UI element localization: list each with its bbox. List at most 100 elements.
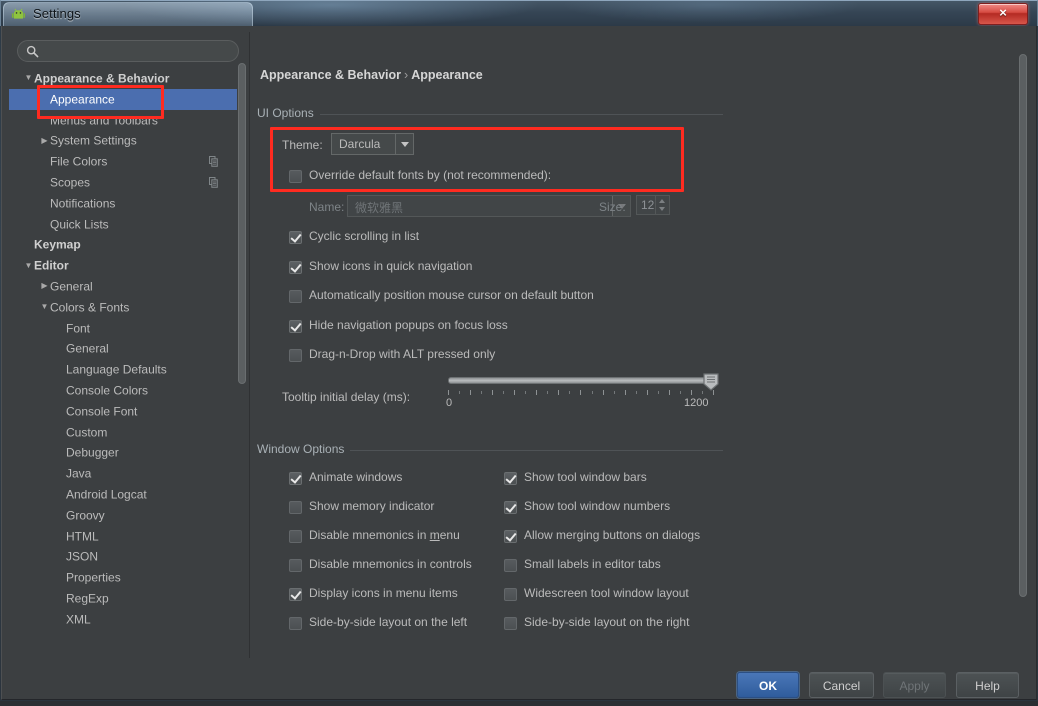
sidebar-item-json[interactable]: JSON [9, 546, 246, 567]
search-input[interactable] [44, 43, 234, 62]
sidebar-item-regexp[interactable]: RegExp [9, 588, 246, 609]
font-size-value: 12 [641, 198, 654, 212]
help-button[interactable]: Help [956, 672, 1019, 698]
chevron-down-icon[interactable] [395, 134, 413, 154]
checkbox[interactable] [289, 320, 302, 333]
settings-detail-pane: Appearance & Behavior›Appearance UI Opti… [253, 32, 1031, 658]
slider-tick [713, 390, 714, 395]
settings-window: Settings × ▼Appearance & BehaviorA [0, 0, 1038, 701]
slider-tick [603, 390, 604, 395]
slider-tick [448, 390, 449, 395]
checkbox[interactable] [289, 231, 302, 244]
breadcrumb-root[interactable]: Appearance & Behavior [260, 68, 401, 82]
chevron-down-icon[interactable]: ▼ [23, 256, 34, 277]
sidebar-item-font[interactable]: Font [9, 318, 246, 339]
checkbox[interactable] [289, 290, 302, 303]
sidebar-item-custom[interactable]: Custom [9, 422, 246, 443]
settings-tree[interactable]: ▼Appearance & BehaviorAppearanceMenus an… [9, 68, 246, 658]
checkbox[interactable] [289, 261, 302, 274]
override-fonts-checkbox[interactable] [289, 170, 302, 183]
cancel-button[interactable]: Cancel [809, 672, 874, 698]
chevron-right-icon[interactable]: ▶ [39, 276, 50, 297]
search-box[interactable] [17, 40, 239, 62]
theme-combo[interactable]: Darcula [331, 133, 414, 155]
slider-tick [514, 390, 515, 395]
sidebar-item-console-font[interactable]: Console Font [9, 401, 246, 422]
checkbox[interactable] [504, 559, 517, 572]
sidebar-item-appearance[interactable]: Appearance [9, 89, 246, 110]
sidebar-item-console-colors[interactable]: Console Colors [9, 380, 246, 401]
ok-button[interactable]: OK [737, 672, 799, 698]
slider-thumb[interactable] [703, 373, 719, 391]
checkbox-label: Show icons in quick navigation [309, 259, 472, 273]
checkbox[interactable] [289, 472, 302, 485]
checkbox-label: Animate windows [309, 470, 402, 484]
tooltip-delay-label: Tooltip initial delay (ms): [282, 390, 410, 404]
font-name-combo[interactable]: 微软雅黑 [347, 195, 631, 217]
checkbox[interactable] [504, 617, 517, 630]
checkbox[interactable] [289, 588, 302, 601]
checkbox-label: Drag-n-Drop with ALT pressed only [309, 347, 495, 361]
override-fonts-label: Override default fonts by (not recommend… [309, 168, 551, 182]
sidebar-item-debugger[interactable]: Debugger [9, 442, 246, 463]
checkbox[interactable] [289, 349, 302, 362]
sidebar-item-keymap[interactable]: Keymap [9, 234, 246, 255]
slider-tick [702, 391, 703, 394]
settings-content: ▼Appearance & BehaviorAppearanceMenus an… [9, 32, 1031, 658]
chevron-down-icon[interactable]: ▼ [23, 68, 34, 89]
slider-tick [580, 390, 581, 395]
sidebar-item-label: Android Logcat [66, 487, 147, 501]
checkbox[interactable] [289, 617, 302, 630]
checkbox[interactable] [504, 588, 517, 601]
sidebar-item-system-settings[interactable]: ▶System Settings [9, 130, 246, 151]
font-size-spinner[interactable]: 12 [636, 195, 670, 215]
chevron-down-icon[interactable]: ▼ [39, 297, 50, 318]
sidebar-item-label: Console Font [66, 404, 137, 418]
sidebar-item-scopes[interactable]: Scopes [9, 172, 246, 193]
sidebar-item-xml[interactable]: XML [9, 609, 246, 630]
detail-scrollbar-thumb[interactable] [1019, 54, 1027, 597]
slider-tick [547, 391, 548, 394]
sidebar-item-colors-fonts[interactable]: ▼Colors & Fonts [9, 297, 246, 318]
sidebar-item-properties[interactable]: Properties [9, 567, 246, 588]
chevron-right-icon[interactable]: ▶ [39, 131, 50, 152]
sidebar-item-editor[interactable]: ▼Editor [9, 255, 246, 276]
checkbox-label: Disable mnemonics in controls [309, 557, 472, 571]
apply-button[interactable]: Apply [883, 672, 946, 698]
pane-divider[interactable] [249, 32, 250, 658]
checkbox[interactable] [504, 472, 517, 485]
checkbox[interactable] [504, 501, 517, 514]
sidebar-item-file-colors[interactable]: File Colors [9, 151, 246, 172]
sidebar-item-label: HTML [66, 529, 99, 543]
sidebar-item-menus-and-toolbars[interactable]: Menus and Toolbars [9, 110, 246, 131]
sidebar-item-groovy[interactable]: Groovy [9, 505, 246, 526]
sidebar-item-label: Quick Lists [50, 217, 109, 231]
sidebar-item-label: XML [66, 612, 91, 626]
checkbox-label: Automatically position mouse cursor on d… [309, 288, 594, 302]
slider-tick [470, 390, 471, 395]
checkbox[interactable] [289, 501, 302, 514]
sidebar-scrollbar-thumb[interactable] [238, 63, 246, 384]
sidebar-item-language-defaults[interactable]: Language Defaults [9, 359, 246, 380]
checkbox[interactable] [289, 530, 302, 543]
checkbox[interactable] [504, 530, 517, 543]
copy-icon [209, 156, 218, 167]
sidebar-item-html[interactable]: HTML [9, 526, 246, 547]
sidebar-item-java[interactable]: Java [9, 463, 246, 484]
desktop-background: Settings × ▼Appearance & BehaviorA [0, 0, 1038, 701]
spinner-arrows-icon[interactable] [655, 196, 669, 214]
sidebar-item-general[interactable]: ▶General [9, 276, 246, 297]
sidebar-item-appearance-behavior[interactable]: ▼Appearance & Behavior [9, 68, 246, 89]
sidebar-item-general[interactable]: General [9, 338, 246, 359]
checkbox-label: Display icons in menu items [309, 586, 458, 600]
close-button[interactable]: × [978, 3, 1028, 25]
sidebar-item-quick-lists[interactable]: Quick Lists [9, 214, 246, 235]
checkbox-label: Widescreen tool window layout [524, 586, 689, 600]
breadcrumb-leaf: Appearance [411, 68, 483, 82]
titlebar-glow-secondary [561, 0, 861, 23]
slider-track[interactable] [448, 377, 713, 384]
sidebar-item-notifications[interactable]: Notifications [9, 193, 246, 214]
sidebar-item-android-logcat[interactable]: Android Logcat [9, 484, 246, 505]
checkbox[interactable] [289, 559, 302, 572]
slider-tick [614, 391, 615, 394]
